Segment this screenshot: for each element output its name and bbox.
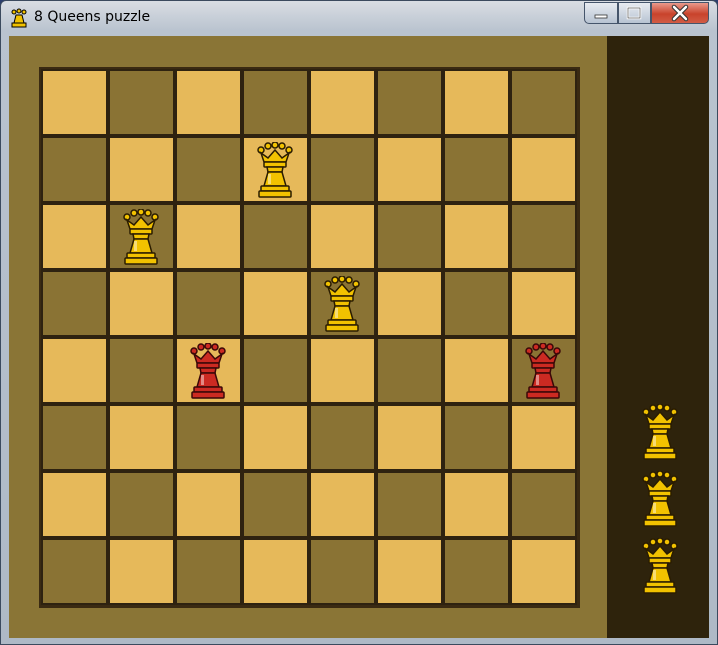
board-square[interactable] — [443, 203, 510, 270]
minimize-button[interactable] — [584, 2, 618, 24]
board-square[interactable] — [41, 69, 108, 136]
window-title: 8 Queens puzzle — [34, 9, 151, 25]
board-square[interactable] — [175, 404, 242, 471]
board-square[interactable] — [242, 337, 309, 404]
board-square[interactable] — [443, 538, 510, 605]
reserve-queen-icon[interactable] — [640, 403, 680, 460]
board-square[interactable] — [376, 203, 443, 270]
board-square[interactable] — [41, 404, 108, 471]
maximize-button[interactable] — [618, 2, 651, 24]
queen-icon[interactable] — [121, 208, 161, 265]
board-square[interactable] — [242, 69, 309, 136]
board-square[interactable] — [242, 270, 309, 337]
close-button[interactable] — [651, 2, 709, 24]
board-square[interactable] — [309, 136, 376, 203]
board-square[interactable] — [175, 538, 242, 605]
board-square[interactable] — [376, 337, 443, 404]
board-square[interactable] — [108, 337, 175, 404]
board-square[interactable] — [309, 337, 376, 404]
chess-board — [39, 67, 580, 608]
queen-icon[interactable] — [255, 141, 295, 198]
board-square[interactable] — [510, 471, 577, 538]
board-square[interactable] — [108, 270, 175, 337]
board-square[interactable] — [108, 136, 175, 203]
board-square[interactable] — [376, 69, 443, 136]
board-square[interactable] — [309, 471, 376, 538]
board-square[interactable] — [242, 471, 309, 538]
board-square[interactable] — [443, 404, 510, 471]
board-square[interactable] — [41, 538, 108, 605]
board-square[interactable] — [108, 471, 175, 538]
attacked-queen-icon[interactable] — [523, 342, 563, 399]
board-square[interactable] — [376, 471, 443, 538]
board-square[interactable] — [376, 136, 443, 203]
board-square[interactable] — [108, 538, 175, 605]
maximize-icon — [626, 6, 642, 20]
board-square[interactable] — [376, 404, 443, 471]
board-square[interactable] — [510, 136, 577, 203]
board-square[interactable] — [309, 538, 376, 605]
close-icon — [671, 4, 689, 22]
board-square[interactable] — [510, 203, 577, 270]
board-square[interactable] — [510, 270, 577, 337]
board-square[interactable] — [443, 136, 510, 203]
board-square[interactable] — [242, 203, 309, 270]
attacked-queen-icon[interactable] — [188, 342, 228, 399]
board-square[interactable] — [443, 69, 510, 136]
board-square[interactable] — [309, 203, 376, 270]
board-square[interactable] — [376, 538, 443, 605]
board-square[interactable] — [108, 69, 175, 136]
app-window: 8 Queens puzzle — [0, 0, 718, 645]
board-square[interactable] — [309, 404, 376, 471]
board-square[interactable] — [41, 270, 108, 337]
board-square[interactable] — [175, 471, 242, 538]
board-square[interactable] — [41, 337, 108, 404]
reserve-queen-icon[interactable] — [640, 537, 680, 594]
queen-reserve-panel — [607, 36, 709, 638]
board-square[interactable] — [510, 69, 577, 136]
minimize-icon — [594, 14, 608, 19]
queen-icon[interactable] — [322, 275, 362, 332]
board-square[interactable] — [175, 69, 242, 136]
board-square[interactable] — [41, 136, 108, 203]
board-square[interactable] — [175, 270, 242, 337]
board-square[interactable] — [510, 404, 577, 471]
board-square[interactable] — [376, 270, 443, 337]
board-square[interactable] — [443, 337, 510, 404]
game-area — [9, 36, 709, 638]
board-square[interactable] — [108, 404, 175, 471]
board-square[interactable] — [443, 471, 510, 538]
title-bar[interactable]: 8 Queens puzzle — [1, 1, 717, 35]
board-square[interactable] — [242, 538, 309, 605]
board-square[interactable] — [242, 404, 309, 471]
board-square[interactable] — [175, 136, 242, 203]
board-square[interactable] — [41, 471, 108, 538]
board-square[interactable] — [309, 69, 376, 136]
board-square[interactable] — [41, 203, 108, 270]
board-square[interactable] — [175, 203, 242, 270]
reserve-queen-icon[interactable] — [640, 470, 680, 527]
board-square[interactable] — [510, 538, 577, 605]
board-square[interactable] — [443, 270, 510, 337]
queen-app-icon — [11, 8, 27, 28]
